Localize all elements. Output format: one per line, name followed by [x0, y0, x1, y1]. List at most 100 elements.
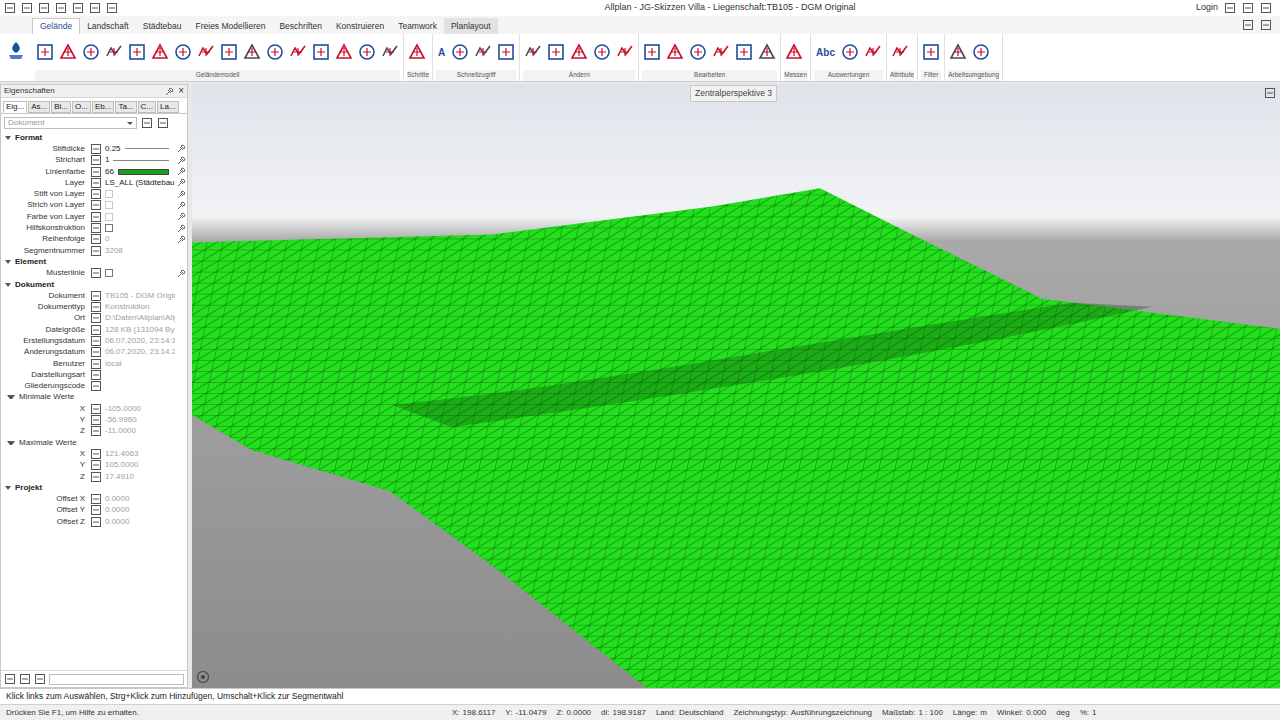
tool-icon[interactable]: [173, 42, 193, 62]
tool-icon[interactable]: [242, 42, 262, 62]
property-icon[interactable]: [90, 267, 102, 279]
navigation-icon[interactable]: [196, 670, 210, 684]
quick-access-icon[interactable]: [55, 2, 67, 14]
tool-icon[interactable]: [757, 42, 777, 62]
pin-icon[interactable]: [177, 235, 186, 244]
pin-icon[interactable]: [177, 167, 186, 176]
app-menu-icon[interactable]: [6, 40, 26, 62]
tool-icon[interactable]: [473, 42, 493, 62]
expand-icon[interactable]: [7, 395, 15, 399]
property-icon[interactable]: [90, 199, 102, 211]
property-icon[interactable]: [90, 335, 102, 347]
palette-tab[interactable]: Eig...: [3, 101, 27, 113]
section-header[interactable]: Format: [1, 132, 187, 143]
login-button[interactable]: Login: [1196, 1, 1218, 15]
property-icon[interactable]: [90, 471, 102, 483]
tool-icon[interactable]: [150, 42, 170, 62]
pin-icon[interactable]: [177, 224, 186, 233]
property-icon[interactable]: [90, 425, 102, 437]
tool-icon[interactable]: [711, 42, 731, 62]
tool-icon[interactable]: [840, 42, 860, 62]
cart-icon[interactable]: [1224, 2, 1236, 14]
help-icon[interactable]: [1242, 2, 1254, 14]
property-row[interactable]: Linienfarbe66: [1, 166, 187, 177]
checkbox[interactable]: [105, 224, 113, 232]
search-icon[interactable]: [141, 117, 153, 129]
quick-access-icon[interactable]: [21, 2, 33, 14]
checkbox[interactable]: [105, 201, 113, 209]
property-row[interactable]: Stift von Layer: [1, 188, 187, 199]
checkbox[interactable]: [105, 269, 113, 277]
text-tool[interactable]: Abc: [814, 45, 837, 60]
tool-icon[interactable]: [450, 42, 470, 62]
property-row[interactable]: Y-56.9960: [1, 414, 187, 425]
tool-icon[interactable]: [219, 42, 239, 62]
pin-icon[interactable]: [177, 156, 186, 165]
tool-icon[interactable]: [665, 42, 685, 62]
pin-icon[interactable]: [177, 212, 186, 221]
viewport[interactable]: Zentralperspektive 3: [192, 84, 1280, 688]
checkbox[interactable]: [105, 190, 113, 198]
tool-icon[interactable]: [734, 42, 754, 62]
property-icon[interactable]: [90, 245, 102, 257]
property-row[interactable]: Erstellungsdatum06.07.2020, 23:14:15: [1, 335, 187, 346]
section-header[interactable]: Dokument: [1, 279, 187, 290]
tool-icon[interactable]: [81, 42, 101, 62]
tool-icon[interactable]: [890, 42, 910, 62]
filter-icon[interactable]: [157, 117, 169, 129]
text-tool[interactable]: A: [436, 45, 447, 60]
tool-icon[interactable]: [523, 42, 543, 62]
property-icon[interactable]: [90, 188, 102, 200]
property-row[interactable]: Offset Z0.0000: [1, 516, 187, 527]
property-row[interactable]: Offset X0.0000: [1, 494, 187, 505]
tool-icon[interactable]: [569, 42, 589, 62]
tool-icon[interactable]: [35, 42, 55, 62]
tool-icon[interactable]: [380, 42, 400, 62]
property-icon[interactable]: [90, 380, 102, 392]
tool-icon[interactable]: [546, 42, 566, 62]
quick-access-icon[interactable]: [38, 2, 50, 14]
property-row[interactable]: Dateigröße128 KB (131094 Bytes): [1, 324, 187, 335]
ribbon-tab[interactable]: Planlayout: [444, 18, 498, 34]
palette-tab[interactable]: La...: [157, 101, 179, 113]
palette-tab[interactable]: C...: [138, 101, 156, 113]
selection-dropdown[interactable]: Dokument: [4, 117, 137, 129]
property-icon[interactable]: [90, 504, 102, 516]
terrain-view[interactable]: [192, 84, 1280, 688]
pin-icon[interactable]: [177, 144, 186, 153]
tool-icon[interactable]: [127, 42, 147, 62]
property-icon[interactable]: [90, 290, 102, 302]
palette-tab[interactable]: Eb...: [92, 101, 114, 113]
tool-icon[interactable]: [311, 42, 331, 62]
pin-icon[interactable]: [177, 190, 186, 199]
property-icon[interactable]: [90, 414, 102, 426]
property-row[interactable]: Z17.4910: [1, 471, 187, 482]
property-icon[interactable]: [90, 369, 102, 381]
property-row[interactable]: Z-11.0000: [1, 426, 187, 437]
tool-icon[interactable]: [863, 42, 883, 62]
favorites-dropdown[interactable]: [49, 674, 184, 685]
tool-icon[interactable]: [496, 42, 516, 62]
property-row[interactable]: DokumenttypKonstruktion: [1, 301, 187, 312]
copy-icon[interactable]: [34, 673, 46, 685]
property-icon[interactable]: [90, 312, 102, 324]
ribbon-tab[interactable]: Gelände: [32, 18, 80, 34]
tool-icon[interactable]: [592, 42, 612, 62]
property-row[interactable]: LayerLS_ALL (Städtebau Allg: [1, 177, 187, 188]
property-icon[interactable]: [90, 448, 102, 460]
pin-icon[interactable]: [177, 201, 186, 210]
property-row[interactable]: OrtD:\Daten\Allplan\Allplan ...: [1, 313, 187, 324]
tool-icon[interactable]: [642, 42, 662, 62]
tool-icon[interactable]: [784, 42, 804, 62]
section-header[interactable]: Element: [1, 256, 187, 267]
pin-icon[interactable]: [165, 87, 174, 96]
property-row[interactable]: Strichart1: [1, 155, 187, 166]
tool-icon[interactable]: [58, 42, 78, 62]
tool-icon[interactable]: [688, 42, 708, 62]
property-row[interactable]: Musterlinie: [1, 268, 187, 279]
palette-tab[interactable]: As...: [28, 101, 50, 113]
gear-icon[interactable]: [1242, 19, 1254, 31]
tool-icon[interactable]: [288, 42, 308, 62]
property-icon[interactable]: [90, 222, 102, 234]
property-icon[interactable]: [90, 211, 102, 223]
